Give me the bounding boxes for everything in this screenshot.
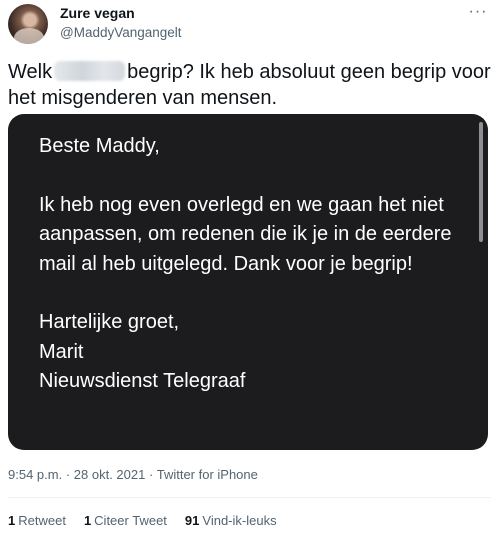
tweet-text: Welk begrip? Ik heb absoluut geen begrip … <box>8 59 492 111</box>
more-horizontal-icon[interactable]: ··· <box>467 4 489 24</box>
scrollbar <box>479 122 483 242</box>
meta-separator: · <box>148 467 154 482</box>
tweet-meta: 9:54 p.m. · 28 okt. 2021 · Twitter for i… <box>8 467 258 482</box>
tweet-header: Zure vegan @MaddyVangangelt ··· <box>8 4 491 44</box>
tweet-stats: 1 Retweet 1 Citeer Tweet 91 Vind-ik-leuks <box>8 513 277 528</box>
tweet-source[interactable]: Twitter for iPhone <box>157 467 258 482</box>
quote-tweet-stat[interactable]: 1 Citeer Tweet <box>84 513 167 528</box>
avatar[interactable] <box>8 4 48 44</box>
divider <box>8 497 491 498</box>
tweet-date[interactable]: 28 okt. 2021 <box>74 467 146 482</box>
tweet-media-image[interactable]: Beste Maddy, Ik heb nog even overlegd en… <box>8 114 488 450</box>
author-handle[interactable]: @MaddyVangangelt <box>60 25 182 40</box>
retweet-count: 1 <box>8 513 16 528</box>
meta-separator: · <box>65 467 71 482</box>
likes-count: 91 <box>184 513 200 528</box>
retweet-stat[interactable]: 1 Retweet <box>8 513 66 528</box>
quote-tweet-label: Citeer Tweet <box>94 513 167 528</box>
tweet-time[interactable]: 9:54 p.m. <box>8 467 62 482</box>
tweet-text-before: Welk <box>8 61 53 83</box>
blurred-word <box>54 61 126 81</box>
author-name[interactable]: Zure vegan <box>60 5 135 21</box>
likes-label: Vind-ik-leuks <box>202 513 277 528</box>
email-screenshot-text: Beste Maddy, Ik heb nog even overlegd en… <box>39 135 452 393</box>
likes-stat[interactable]: 91 Vind-ik-leuks <box>185 513 277 528</box>
retweet-label: Retweet <box>18 513 66 528</box>
quote-tweet-count: 1 <box>83 513 92 528</box>
